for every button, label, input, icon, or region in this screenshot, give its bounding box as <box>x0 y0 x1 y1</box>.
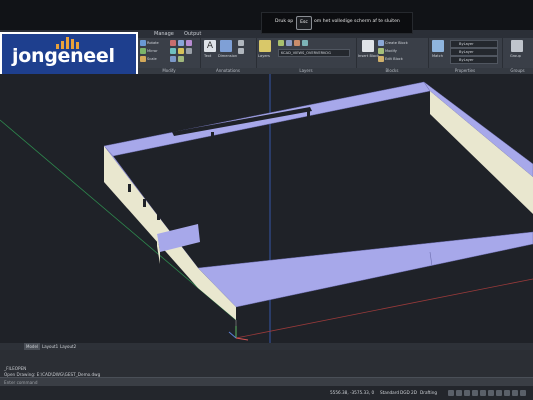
table-icon[interactable] <box>238 48 244 54</box>
modify-block-icon[interactable] <box>378 48 384 54</box>
lineweight-dropdown[interactable]: ByLayer <box>450 56 498 64</box>
insert-block-label[interactable]: Insert Block <box>358 54 379 58</box>
text-icon[interactable]: A <box>204 40 216 52</box>
group-icon[interactable] <box>511 40 523 52</box>
notice-text-end: om het volledige scherm af te sluiten <box>314 19 400 24</box>
layout-tabs: Model Layout1 Layout2 <box>0 343 533 350</box>
polar-icon[interactable] <box>472 390 478 396</box>
layers-panel: Layers KCAD_VIEWS_OVERVERKOG Layers <box>256 38 357 74</box>
trim-icon[interactable] <box>178 56 184 62</box>
tab-layout2[interactable]: Layout2 <box>58 343 78 350</box>
leader-icon[interactable] <box>238 40 244 46</box>
create-block-icon[interactable] <box>378 40 384 46</box>
layer-state-icon[interactable] <box>278 40 284 46</box>
properties-panel: Match ByLayer ByLayer ByLayer Properties <box>428 38 503 74</box>
cad-application: Manage Output Rotate Mirror Scale Modify… <box>0 0 533 400</box>
lineweight-value: ByLayer <box>459 58 474 62</box>
edit-block-icon[interactable] <box>378 56 384 62</box>
layer-freeze-icon[interactable] <box>294 40 300 46</box>
color-value: ByLayer <box>459 42 474 46</box>
model-drawing[interactable] <box>0 74 533 344</box>
offset-icon[interactable] <box>170 48 176 54</box>
fillet-icon[interactable] <box>178 48 184 54</box>
grid-icon[interactable] <box>456 390 462 396</box>
group-label[interactable]: Group <box>510 54 521 58</box>
dimension-mode[interactable]: DGD 2D <box>400 390 417 395</box>
model-viewport[interactable] <box>0 74 533 344</box>
coordinate-readout: 5556.38, -3575.33, 0 <box>330 390 375 395</box>
tab-output[interactable]: Output <box>184 30 201 38</box>
command-line-1: _FILEOPEN <box>4 366 27 371</box>
rotate-icon[interactable] <box>140 40 146 46</box>
lineweight-icon[interactable] <box>496 390 502 396</box>
modify-block-label[interactable]: Modify <box>385 49 397 53</box>
color-dropdown[interactable]: ByLayer <box>450 40 498 48</box>
right-wall-top <box>423 81 533 178</box>
stretch-icon[interactable] <box>170 56 176 62</box>
layers-icon[interactable] <box>259 40 271 52</box>
standard-mode[interactable]: Standard <box>380 390 399 395</box>
blocks-panel: Insert Block Create Block Modify Edit Bl… <box>356 38 429 74</box>
annotations-panel: A Text Dimension Annotations <box>200 38 257 74</box>
linetype-dropdown[interactable]: ByLayer <box>450 48 498 56</box>
transparency-icon[interactable] <box>504 390 510 396</box>
erase-icon[interactable] <box>170 40 176 46</box>
edit-block-label[interactable]: Edit Block <box>385 57 403 61</box>
quickprops-icon[interactable] <box>512 390 518 396</box>
notice-text-start: Druk op <box>275 19 294 24</box>
match-label[interactable]: Match <box>432 54 443 58</box>
dimension-icon[interactable] <box>220 40 232 52</box>
status-bar: 5556.38, -3575.33, 0 Standard DGD 2D Dra… <box>0 386 533 400</box>
ortho-icon[interactable] <box>464 390 470 396</box>
scale-icon[interactable] <box>140 56 146 62</box>
left-wall-face <box>104 146 198 288</box>
create-block-label[interactable]: Create Block <box>385 41 408 45</box>
esc-key: Esc <box>296 16 312 30</box>
wall-opening <box>172 107 312 136</box>
linetype-value: ByLayer <box>459 50 474 54</box>
layer-dropdown-value: KCAD_VIEWS_OVERVERKOG <box>281 51 331 55</box>
modify-panel: Rotate Mirror Scale Modify <box>138 38 201 74</box>
command-prompt: Enter command <box>4 380 38 385</box>
otrack-icon[interactable] <box>488 390 494 396</box>
settings-icon[interactable] <box>520 390 526 396</box>
layer-lock-icon[interactable] <box>302 40 308 46</box>
front-wall-top <box>197 231 533 308</box>
match-properties-icon[interactable] <box>432 40 444 52</box>
layers-label[interactable]: Layers <box>258 54 270 58</box>
copy-icon[interactable] <box>178 40 184 46</box>
jongeneel-logo: jongeneel <box>0 32 138 78</box>
layer-dropdown[interactable]: KCAD_VIEWS_OVERVERKOG <box>278 49 350 57</box>
array-icon[interactable] <box>186 40 192 46</box>
snap-icon[interactable] <box>448 390 454 396</box>
osnap-icon[interactable] <box>480 390 486 396</box>
insert-block-icon[interactable] <box>362 40 374 52</box>
tab-manage[interactable]: Manage <box>154 30 174 38</box>
mirror-label[interactable]: Mirror <box>147 49 158 53</box>
fullscreen-notice: Druk op Esc om het volledige scherm af t… <box>261 12 413 34</box>
explode-icon[interactable] <box>186 48 192 54</box>
drafting-mode[interactable]: Drafting <box>420 390 437 395</box>
layer-off-icon[interactable] <box>286 40 292 46</box>
tab-model[interactable]: Model <box>24 343 41 350</box>
rotate-label[interactable]: Rotate <box>147 41 159 45</box>
text-label[interactable]: Text <box>204 54 211 58</box>
mirror-icon[interactable] <box>140 48 146 54</box>
scale-label[interactable]: Scale <box>147 57 157 61</box>
logo-text: jongeneel <box>12 45 115 67</box>
groups-panel: Group Groups <box>502 38 533 74</box>
dimension-label[interactable]: Dimension <box>218 54 237 58</box>
